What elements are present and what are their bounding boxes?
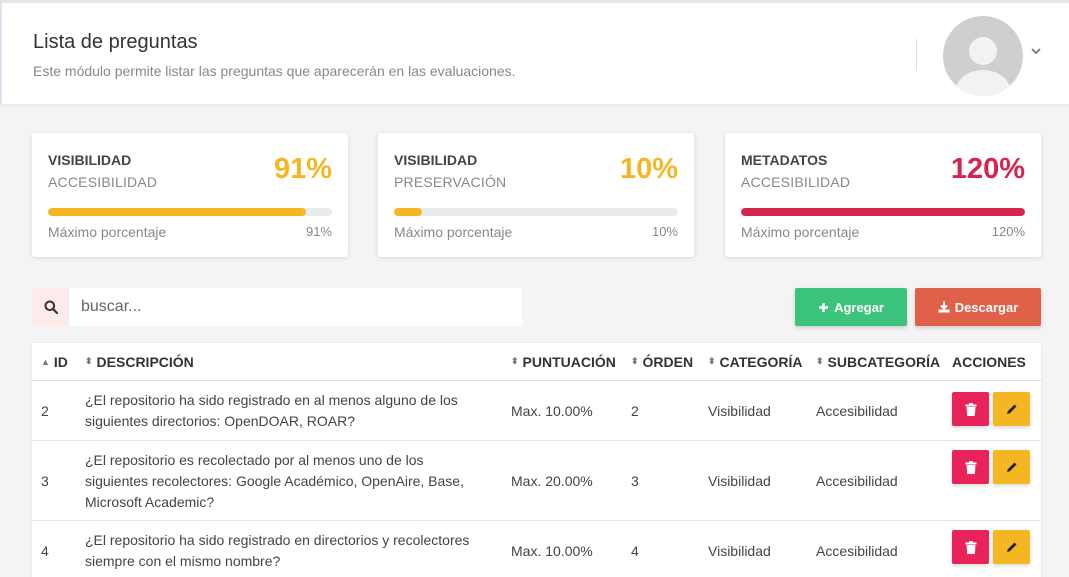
cell-score: Max. 20.00% [511,473,593,489]
cell-category: Visibilidad [708,543,771,559]
delete-button[interactable] [952,530,989,564]
edit-button[interactable] [993,392,1030,426]
avatar-head [969,37,997,65]
column-header-label: CATEGORÍA [719,353,803,370]
column-header-id[interactable]: ▲ ID [41,343,68,380]
column-header-label: ID [53,353,68,370]
column-header-subcategory[interactable]: ⬍ SUBCATEGORÍA [816,343,940,380]
card-foot-label: Máximo porcentaje [394,224,513,240]
questions-table: ▲ ID ⬍ DESCRIPCIÓN ⬍ PUNTUACIÓN ⬍ ÓRDEN … [32,343,1041,577]
column-header-score[interactable]: ⬍ PUNTUACIÓN [511,343,616,380]
edit-button[interactable] [993,530,1030,564]
sort-asc-icon: ▲ [41,356,50,367]
card-title: VISIBILIDAD [48,152,132,168]
delete-button[interactable] [952,392,989,426]
cell-order: 3 [631,473,639,489]
column-header-label: ÓRDEN [642,353,694,370]
trash-icon [965,402,976,416]
card-foot-label: Máximo porcentaje [741,224,860,240]
card-value: 10% [619,153,678,185]
page-subtitle: Este módulo permite listar las preguntas… [33,63,516,79]
card-value: 91% [273,153,332,185]
search-input[interactable] [69,288,522,326]
download-icon [938,301,950,313]
table-row: 2 ¿El repositorio ha sido registrado en … [32,381,1041,441]
cell-score: Max. 10.00% [511,543,593,559]
card-subtitle: PRESERVACIÓN [394,174,507,190]
progress-fill [741,208,1025,216]
sort-icon: ⬍ [631,356,639,366]
cell-description: ¿El repositorio ha sido registrado en di… [85,532,470,569]
card-subtitle: ACCESIBILIDAD [48,174,158,190]
user-avatar[interactable] [943,16,1023,96]
column-header-order[interactable]: ⬍ ÓRDEN [631,343,693,380]
download-button[interactable]: Descargar [915,288,1041,326]
stat-card-visibilidad-preservacion: VISIBILIDAD PRESERVACIÓN 10% Máximo porc… [378,133,694,257]
cell-description: ¿El repositorio es recolectado por al me… [85,451,464,510]
plus-icon [819,302,829,312]
progress-track [741,208,1025,216]
card-value: 120% [950,153,1025,185]
cell-category: Visibilidad [708,473,771,489]
column-header-label: PUNTUACIÓN [522,353,616,370]
card-foot-label: Máximo porcentaje [48,224,167,240]
avatar-body [954,70,1012,96]
cell-score: Max. 10.00% [511,403,593,419]
card-foot-value: 120% [991,224,1025,239]
progress-track [48,208,332,216]
column-header-label: ACCIONES [952,353,1026,370]
sort-icon: ⬍ [708,356,716,366]
table-row: 3 ¿El repositorio es recolectado por al … [32,441,1041,521]
column-header-description[interactable]: ⬍ DESCRIPCIÓN [85,343,194,380]
cell-category: Visibilidad [708,403,771,419]
edit-button[interactable] [993,450,1030,484]
pencil-icon [1006,404,1016,414]
card-foot-value: 91% [305,224,332,239]
card-foot-value: 10% [651,224,678,239]
card-subtitle: ACCESIBILIDAD [741,174,851,190]
cell-id: 2 [41,403,49,419]
column-header-actions: ACCIONES [952,343,1026,380]
page-header: Lista de preguntas Este módulo permite l… [0,0,1069,104]
cell-order: 4 [631,543,639,559]
card-title: METADATOS [741,152,828,168]
add-button-label: Agregar [834,299,884,315]
page-title: Lista de preguntas [33,31,198,53]
stat-card-metadatos-accesibilidad: METADATOS ACCESIBILIDAD 120% Máximo porc… [725,133,1041,257]
stat-card-visibilidad-accesibilidad: VISIBILIDAD ACCESIBILIDAD 91% Máximo por… [32,133,348,257]
trash-icon [965,540,976,554]
pencil-icon [1006,462,1016,472]
sort-icon: ⬍ [816,356,824,366]
header-divider [916,39,917,71]
search-icon [32,288,69,326]
cell-id: 3 [41,473,49,489]
progress-track [394,208,678,216]
search-bar [32,288,522,326]
cell-id: 4 [41,543,49,559]
card-title: VISIBILIDAD [394,152,478,168]
column-header-label: SUBCATEGORÍA [827,353,941,370]
cell-order: 2 [631,403,639,419]
progress-fill [394,208,423,216]
pencil-icon [1006,542,1016,552]
trash-icon [965,460,976,474]
sort-icon: ⬍ [511,356,519,366]
cell-description: ¿El repositorio ha sido registrado en al… [85,392,458,429]
column-header-label: DESCRIPCIÓN [96,353,194,370]
download-button-label: Descargar [954,299,1019,315]
cell-subcategory: Accesibilidad [816,403,898,419]
sort-icon: ⬍ [85,356,93,366]
delete-button[interactable] [952,450,989,484]
column-header-category[interactable]: ⬍ CATEGORÍA [708,343,803,380]
cell-subcategory: Accesibilidad [816,473,898,489]
table-row: 4 ¿El repositorio ha sido registrado en … [32,521,1041,577]
progress-fill [48,208,307,216]
cell-subcategory: Accesibilidad [816,543,898,559]
add-button[interactable]: Agregar [795,288,907,326]
chevron-down-icon[interactable] [1031,45,1045,59]
